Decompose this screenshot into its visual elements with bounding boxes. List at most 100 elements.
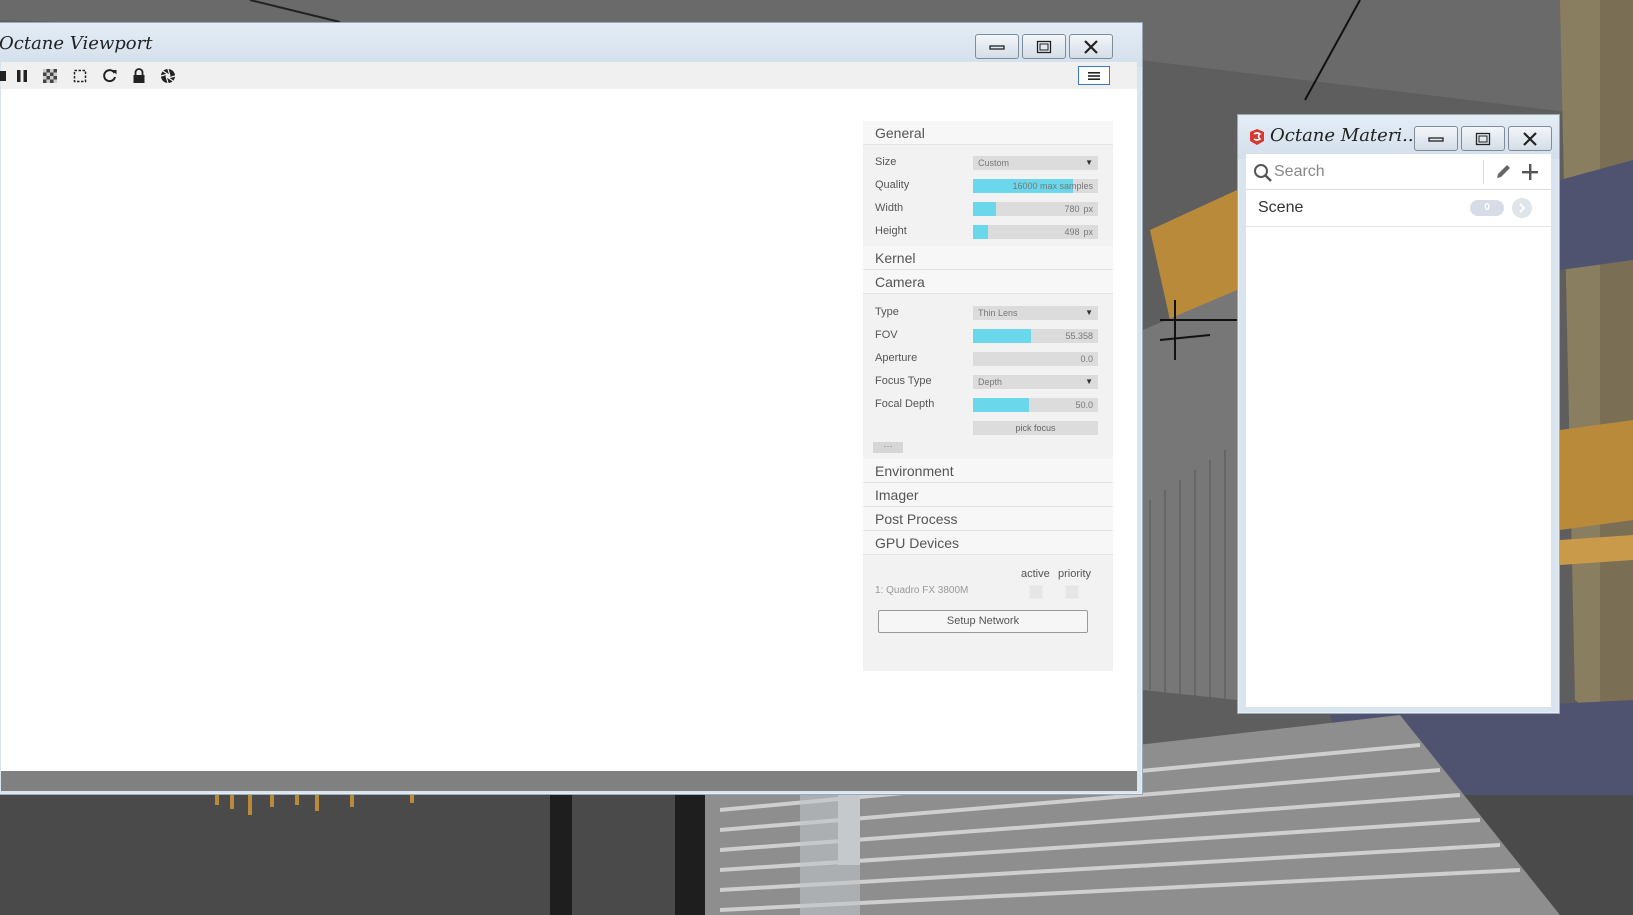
fov-slider[interactable]: 55.358 <box>973 329 1098 343</box>
viewport-titlebar[interactable]: Octane Viewport <box>0 23 1142 67</box>
viewport-window: Octane Viewport General Size Custom ▼ Qu… <box>0 22 1143 795</box>
status-bar <box>1 771 1137 791</box>
maximize-button[interactable] <box>1022 34 1066 59</box>
aperture-label: Aperture <box>875 352 918 364</box>
width-value: 780 <box>1064 204 1080 214</box>
caret-down-icon: ▼ <box>1085 377 1093 386</box>
width-label: Width <box>875 202 904 214</box>
width-fill <box>973 202 996 216</box>
search-divider <box>1483 160 1484 184</box>
viewport-title: Octane Viewport <box>0 33 153 54</box>
priority-column-header: priority <box>1058 568 1092 580</box>
focal-depth-slider[interactable]: 50.0 <box>973 398 1098 412</box>
height-value: 498 <box>1064 227 1080 237</box>
focal-depth-fill <box>973 398 1030 412</box>
maximize-icon <box>1475 132 1491 145</box>
restart-icon <box>103 69 117 83</box>
gpu-priority-checkbox[interactable] <box>1065 585 1079 599</box>
aperture-icon <box>160 68 176 84</box>
width-unit: px <box>1083 204 1093 214</box>
minimize-button[interactable] <box>975 34 1019 59</box>
stop-icon <box>0 71 6 81</box>
height-label: Height <box>875 225 907 237</box>
lock-icon <box>133 68 145 83</box>
minimize-icon <box>989 44 1005 50</box>
quality-value: 16000 max samples <box>1012 181 1093 191</box>
region-select-button[interactable] <box>71 67 89 85</box>
materials-body: Scene 0 <box>1246 154 1551 707</box>
gpu-device-name: 1: Quadro FX 3800M <box>875 585 969 596</box>
focus-type-label: Focus Type <box>875 375 932 387</box>
stop-button[interactable] <box>0 67 10 85</box>
materials-close-button[interactable] <box>1508 126 1552 151</box>
section-camera[interactable]: Camera <box>863 270 1113 294</box>
focus-type-value: Depth <box>978 377 1003 387</box>
pause-button[interactable] <box>13 67 31 85</box>
maximize-icon <box>1036 40 1052 53</box>
aperture-button[interactable] <box>159 67 177 85</box>
focal-depth-label: Focal Depth <box>875 398 935 410</box>
section-gpu-devices[interactable]: GPU Devices <box>863 531 1113 555</box>
section-post-process[interactable]: Post Process <box>863 507 1113 531</box>
camera-type-dropdown[interactable]: Thin Lens ▼ <box>973 306 1098 320</box>
materials-titlebar[interactable]: Octane Materi... <box>1238 115 1559 159</box>
size-value: Custom <box>978 158 1010 168</box>
menu-button[interactable] <box>1078 66 1110 85</box>
restart-button[interactable] <box>101 67 119 85</box>
materials-minimize-button[interactable] <box>1414 126 1458 151</box>
quality-slider[interactable]: 16000 max samples <box>973 179 1098 193</box>
scene-label: Scene <box>1258 199 1304 216</box>
add-material-button[interactable] <box>1520 162 1540 187</box>
section-kernel[interactable]: Kernel <box>863 246 1113 270</box>
close-icon <box>1084 39 1098 54</box>
height-unit: px <box>1083 227 1093 237</box>
section-imager[interactable]: Imager <box>863 483 1113 507</box>
focal-depth-value: 50.0 <box>1075 400 1093 410</box>
active-column-header: active <box>1021 568 1050 580</box>
size-label: Size <box>875 156 897 168</box>
width-slider[interactable]: 780 px <box>973 202 1098 216</box>
lock-button[interactable] <box>130 67 148 85</box>
gpu-active-checkbox[interactable] <box>1029 585 1043 599</box>
camera-type-value: Thin Lens <box>978 308 1018 318</box>
app-logo-icon <box>1247 127 1267 152</box>
aperture-value: 0.0 <box>1080 354 1093 364</box>
close-button[interactable] <box>1069 34 1113 59</box>
scene-list-item[interactable]: Scene 0 <box>1246 190 1551 227</box>
height-slider[interactable]: 498 px <box>973 225 1098 239</box>
aperture-slider[interactable]: 0.0 <box>973 352 1098 366</box>
materials-maximize-button[interactable] <box>1461 126 1505 151</box>
close-icon <box>1523 131 1537 146</box>
chevron-right-icon <box>1519 203 1526 213</box>
search-input[interactable] <box>1274 160 1474 184</box>
fov-label: FOV <box>875 329 898 341</box>
section-environment[interactable]: Environment <box>863 459 1113 483</box>
pick-focus-button[interactable]: pick focus <box>973 421 1098 435</box>
materials-window: Octane Materi... Scene 0 <box>1237 114 1560 714</box>
camera-type-label: Type <box>875 306 899 318</box>
scene-expand-button[interactable] <box>1512 198 1532 218</box>
section-general[interactable]: General <box>863 121 1113 145</box>
fov-value: 55.358 <box>1065 331 1093 341</box>
edit-button[interactable] <box>1494 163 1512 186</box>
minimize-icon <box>1428 136 1444 142</box>
pause-icon <box>17 70 27 82</box>
pencil-icon <box>1497 165 1510 178</box>
size-dropdown[interactable]: Custom ▼ <box>973 156 1098 170</box>
quality-label: Quality <box>875 179 910 191</box>
region-select-icon <box>73 69 87 83</box>
focus-type-dropdown[interactable]: Depth ▼ <box>973 375 1098 389</box>
caret-down-icon: ▼ <box>1085 308 1093 317</box>
materials-title: Octane Materi... <box>1270 125 1420 146</box>
hamburger-menu-icon <box>1088 71 1100 80</box>
checker-button[interactable] <box>41 67 59 85</box>
checker-icon <box>43 69 57 83</box>
setup-network-button[interactable]: Setup Network <box>878 610 1088 633</box>
viewport-toolbar <box>0 62 1137 89</box>
caret-down-icon: ▼ <box>1085 158 1093 167</box>
height-fill <box>973 225 988 239</box>
plus-icon <box>1522 164 1538 180</box>
more-options-button[interactable]: ··· <box>873 442 903 453</box>
scene-count-badge: 0 <box>1470 200 1504 216</box>
settings-panel: General Size Custom ▼ Quality 16000 max … <box>863 121 1113 671</box>
